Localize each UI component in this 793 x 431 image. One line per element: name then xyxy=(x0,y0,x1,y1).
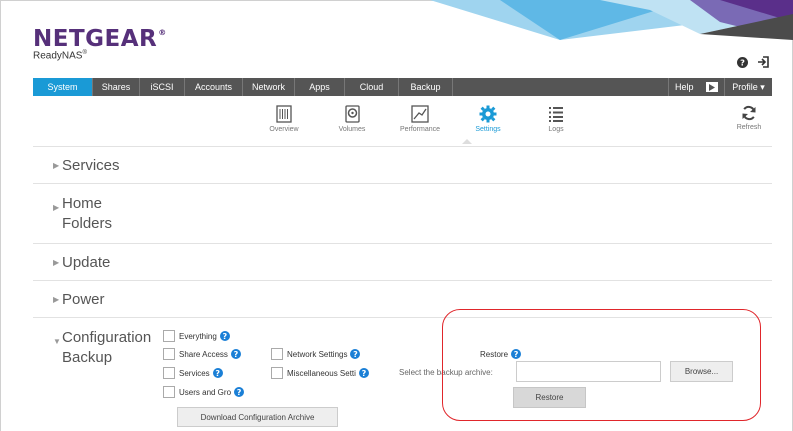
users-groups-label: Users and Gro xyxy=(179,387,232,397)
network-settings-label: Network Settings xyxy=(287,349,348,359)
expand-arrow-icon: ▶ xyxy=(53,203,60,212)
everything-option: Everything ? xyxy=(163,330,230,342)
help-icon[interactable]: ? xyxy=(358,368,369,378)
subnav-volumes-label: Volumes xyxy=(338,126,366,133)
gear-icon xyxy=(479,105,497,123)
subnav-settings-label: Settings xyxy=(475,126,501,133)
tab-cloud[interactable]: Cloud xyxy=(345,78,399,96)
everything-checkbox[interactable] xyxy=(163,330,175,342)
share-access-option: Share Access ? xyxy=(163,348,241,360)
help-circle-icon[interactable]: ? xyxy=(737,56,748,68)
services-option: Services ? xyxy=(163,367,223,379)
section-home-folders-title-2: Folders xyxy=(62,215,113,232)
tab-accounts[interactable]: Accounts xyxy=(185,78,243,96)
tab-shares[interactable]: Shares xyxy=(93,78,140,96)
users-groups-option: Users and Gro ? xyxy=(163,386,245,398)
everything-label: Everything xyxy=(179,331,217,341)
performance-icon xyxy=(411,105,429,123)
help-icon[interactable]: ? xyxy=(219,331,230,341)
subnav-performance-label: Performance xyxy=(399,126,441,133)
active-tab-pointer xyxy=(462,139,472,144)
help-button[interactable]: Help xyxy=(668,78,725,96)
services-label: Services xyxy=(179,368,210,378)
section-power-title: Power xyxy=(62,291,105,308)
subnav-volumes[interactable]: Volumes xyxy=(318,105,386,133)
help-icon[interactable]: ? xyxy=(212,368,223,378)
tab-apps[interactable]: Apps xyxy=(295,78,345,96)
misc-settings-option: Miscellaneous Setti ? xyxy=(271,367,369,379)
users-groups-checkbox[interactable] xyxy=(163,386,175,398)
misc-settings-checkbox[interactable] xyxy=(271,367,283,379)
tab-iscsi[interactable]: iSCSI xyxy=(140,78,185,96)
misc-settings-label: Miscellaneous Setti xyxy=(287,368,356,378)
logout-icon[interactable] xyxy=(757,56,770,68)
section-home-folders-title-1: Home xyxy=(62,195,103,212)
share-access-label: Share Access xyxy=(179,349,228,359)
refresh-button[interactable]: Refresh xyxy=(729,105,769,131)
top-icons: ? xyxy=(737,56,770,68)
section-home-folders[interactable]: ▶ Home Folders xyxy=(33,183,772,243)
services-checkbox[interactable] xyxy=(163,367,175,379)
tab-system[interactable]: System xyxy=(33,78,93,96)
help-icon[interactable]: ? xyxy=(230,349,241,359)
network-settings-checkbox[interactable] xyxy=(271,348,283,360)
section-services[interactable]: ▶ Services xyxy=(33,146,772,183)
subnav-overview[interactable]: Overview xyxy=(250,105,318,133)
play-icon xyxy=(706,82,718,92)
tab-network[interactable]: Network xyxy=(243,78,295,96)
download-config-button[interactable]: Download Configuration Archive xyxy=(177,407,338,427)
netgear-logo: NETGEAR® xyxy=(33,26,167,52)
main-nav: System Shares iSCSI Accounts Network App… xyxy=(33,78,772,96)
expand-arrow-icon: ▶ xyxy=(53,258,60,267)
section-update-title: Update xyxy=(62,254,111,271)
system-subnav: Overview Volumes Performance Settings Lo… xyxy=(250,105,590,133)
collapse-arrow-icon: ▼ xyxy=(53,337,61,346)
help-icon[interactable]: ? xyxy=(350,349,361,359)
nav-right: Help Profile ▾ xyxy=(668,78,772,96)
section-services-title: Services xyxy=(62,157,120,174)
subnav-overview-label: Overview xyxy=(269,126,299,133)
subnav-performance[interactable]: Performance xyxy=(386,105,454,133)
brand: NETGEAR® ReadyNAS® xyxy=(33,26,167,61)
tab-backup[interactable]: Backup xyxy=(399,78,453,96)
expand-arrow-icon: ▶ xyxy=(53,295,60,304)
profile-menu[interactable]: Profile ▾ xyxy=(725,78,772,96)
help-icon[interactable]: ? xyxy=(234,387,245,397)
restore-highlight-annotation xyxy=(442,309,761,421)
refresh-icon xyxy=(742,105,756,121)
subnav-logs[interactable]: Logs xyxy=(522,105,590,133)
svg-text:?: ? xyxy=(740,57,745,67)
share-access-checkbox[interactable] xyxy=(163,348,175,360)
help-label: Help xyxy=(675,82,694,92)
network-settings-option: Network Settings ? xyxy=(271,348,361,360)
logs-icon xyxy=(549,107,563,122)
subnav-settings[interactable]: Settings xyxy=(454,105,522,133)
subnav-logs-label: Logs xyxy=(548,126,564,133)
expand-arrow-icon: ▶ xyxy=(53,161,60,170)
overview-icon xyxy=(276,105,292,123)
section-update[interactable]: ▶ Update xyxy=(33,243,772,280)
volumes-icon xyxy=(344,105,360,123)
refresh-label: Refresh xyxy=(736,124,762,131)
